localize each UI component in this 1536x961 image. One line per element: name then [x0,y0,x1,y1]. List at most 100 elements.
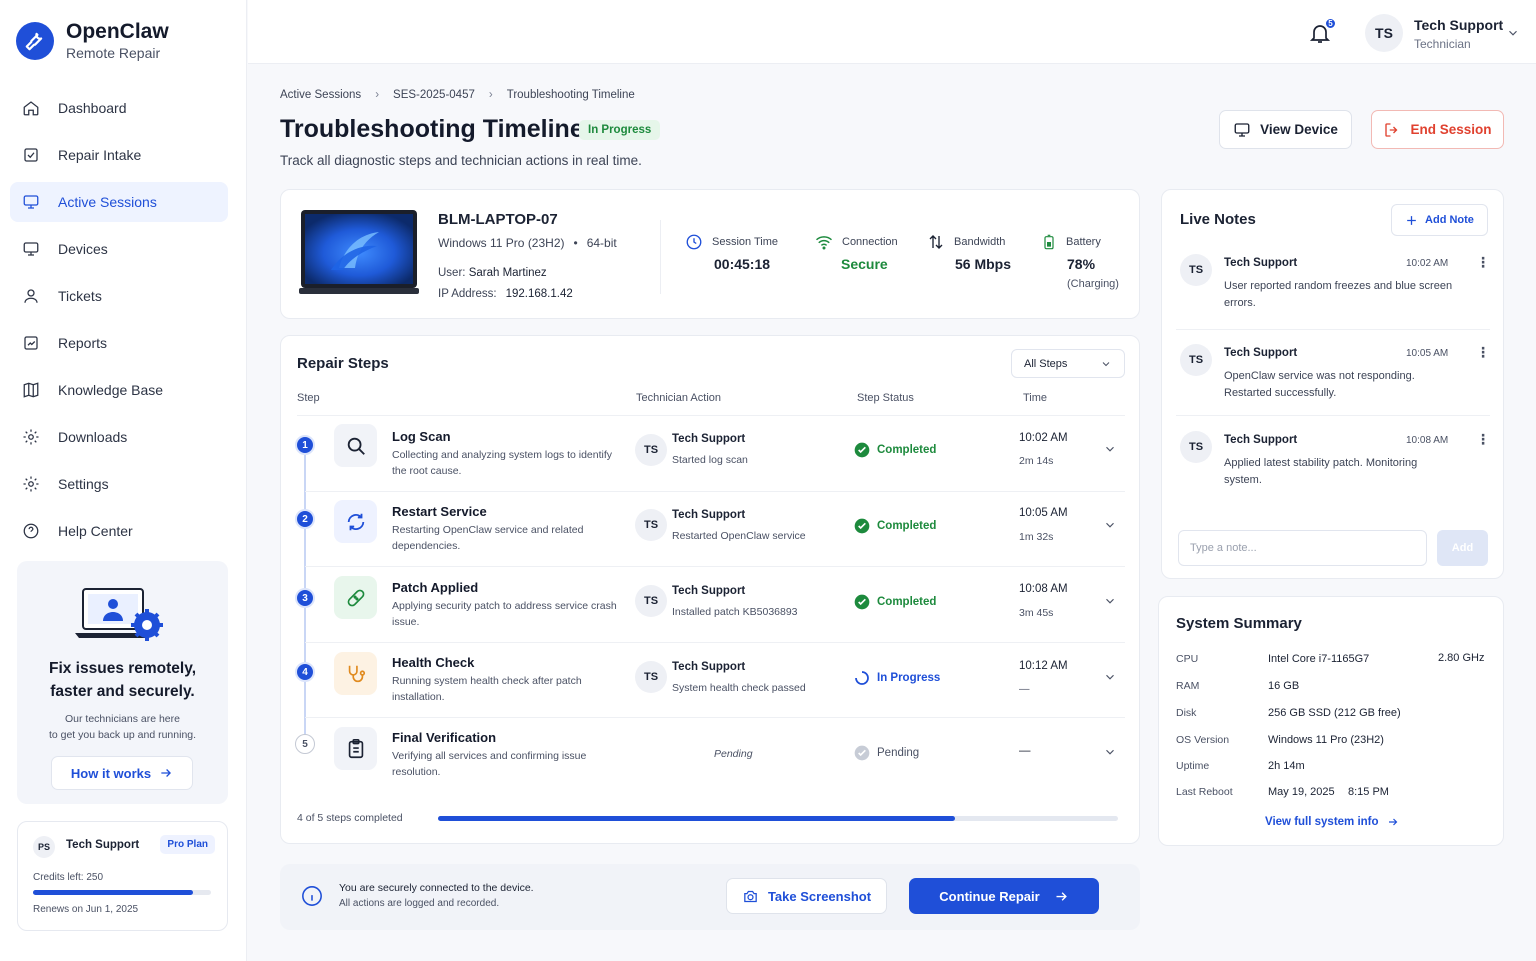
divider [305,566,1125,567]
summary-extra: 2.80 GHz [1438,652,1485,664]
step-name: Log Scan [392,429,451,444]
system-summary-card: System Summary CPU Intel Core i7-1165G7 … [1158,596,1504,846]
step-status: Completed [854,594,936,610]
note-time: 10:05 AM [1406,348,1449,359]
add-note-label: Add Note [1425,214,1474,226]
divider [1176,329,1490,330]
steps-filter-select[interactable]: All Steps [1011,349,1125,378]
section-title: Repair Steps [297,355,389,372]
step-duration: 1m 32s [1019,531,1054,543]
more-vertical-icon[interactable]: ⋮ [1476,431,1490,448]
view-full-system-info-link[interactable]: View full system info [1265,816,1399,828]
summary-value: Intel Core i7-1165G7 [1268,653,1370,665]
sidebar-item-help-center[interactable]: Help Center [10,511,228,551]
top-bar: 5 TS Tech Support Technician [248,0,1536,64]
summary-value: 2h 14m [1268,760,1305,772]
technician-action: Started log scan [672,454,748,466]
credits-bar-fill [33,890,194,895]
sidebar-item-dashboard[interactable]: Dashboard [10,88,228,128]
step-number: 3 [295,588,315,608]
breadcrumb-separator-icon: › [375,89,380,101]
step-number: 2 [295,509,315,529]
divider [1176,415,1490,416]
brand-subtitle: Remote Repair [66,45,161,61]
user-name[interactable]: Tech Support [1414,17,1503,33]
step-duration: — [1019,683,1030,695]
monitor-icon [1234,122,1250,137]
sidebar-item-active-sessions[interactable]: Active Sessions [10,182,228,222]
sidebar-item-reports[interactable]: Reports [10,323,228,363]
clock-icon [686,234,702,250]
chevron-down-icon[interactable] [1103,442,1117,456]
note-text: User reported random freezes and blue sc… [1224,280,1453,309]
book-icon [23,382,39,398]
chevron-down-icon[interactable] [1103,594,1117,608]
sidebar-item-label: Reports [58,335,108,351]
promo-card: Fix issues remotely, faster and securely… [17,561,228,804]
page-title: Troubleshooting Timeline [280,115,584,143]
note-input[interactable] [1178,530,1427,566]
sidebar-item-tickets[interactable]: Tickets [10,276,228,316]
how-it-works-button[interactable]: How it works [51,756,193,790]
sidebar-item-settings[interactable]: Settings [10,464,228,504]
session-time-label: Session Time [685,233,778,251]
chevron-down-icon[interactable] [1103,518,1117,532]
avatar: TS [635,585,667,617]
step-description: Collecting and analyzing system logs to … [392,449,613,477]
avatar: TS [635,509,667,541]
breadcrumb-item[interactable]: Active Sessions [280,89,361,101]
refresh-icon [334,500,377,543]
view-device-label: View Device [1260,122,1338,137]
device-ip: IP Address: 192.168.1.42 [438,288,573,300]
user-avatar[interactable]: TS [1365,14,1403,52]
how-it-works-label: How it works [70,765,152,781]
sidebar-item-downloads[interactable]: Downloads [10,417,228,457]
step-duration: 3m 45s [1019,607,1054,619]
summary-key: RAM [1176,680,1200,692]
brand[interactable]: OpenClaw Remote Repair [16,20,169,62]
summary-key: OS Version [1176,734,1230,746]
more-vertical-icon[interactable]: ⋮ [1476,344,1490,361]
add-note-button[interactable]: Add Note [1391,204,1488,236]
more-vertical-icon[interactable]: ⋮ [1476,254,1490,271]
device-user: User: Sarah Martinez [438,267,547,279]
step-number: 4 [295,662,315,682]
clipboard-list-icon [334,727,377,770]
chevron-down-icon[interactable] [1103,670,1117,684]
check-circle-icon [854,745,870,761]
device-name: BLM-LAPTOP-07 [438,211,558,228]
column-header-time: Time [1023,392,1048,404]
battery-note: (Charging) [1067,278,1119,290]
gear-icon [23,476,39,492]
avatar: TS [1180,254,1212,286]
end-session-button[interactable]: End Session [1371,110,1504,149]
sidebar-item-label: Knowledge Base [58,382,164,398]
wrench-logo-icon [16,22,54,60]
chevron-down-icon[interactable] [1506,26,1520,40]
plan-card[interactable]: PS Tech Support Pro Plan Credits left: 2… [17,821,228,931]
plan-credits: Credits left: 250 [33,872,104,883]
laptop-gear-illustration-icon [75,588,163,641]
summary-key: Uptime [1176,760,1210,772]
sidebar-item-repair-intake[interactable]: Repair Intake [10,135,228,175]
step-status: Pending [854,745,919,761]
sidebar-item-knowledge-base[interactable]: Knowledge Base [10,370,228,410]
technician-action: Restarted OpenClaw service [672,530,806,542]
take-screenshot-button[interactable]: Take Screenshot [726,878,887,914]
notifications-button[interactable]: 5 [1308,17,1337,45]
chevron-down-icon[interactable] [1103,745,1117,759]
note-author: Tech Support [1224,257,1298,269]
live-notes-card: Live Notes Add Note TS Tech Support 10:0… [1161,189,1504,579]
sidebar-item-devices[interactable]: Devices [10,229,228,269]
step-time: 10:02 AM [1019,432,1068,444]
note-time: 10:08 AM [1406,435,1449,446]
check-circle-icon [854,442,870,458]
column-header-status: Step Status [857,392,914,404]
breadcrumb-item[interactable]: SES-2025-0457 [393,89,475,101]
arrow-right-icon [161,769,172,777]
add-button[interactable]: Add [1437,530,1488,566]
continue-repair-button[interactable]: Continue Repair [909,878,1099,914]
sidebar-nav: Dashboard Repair Intake Active Sessions … [10,88,228,558]
divider [305,642,1125,643]
view-device-button[interactable]: View Device [1219,110,1352,149]
